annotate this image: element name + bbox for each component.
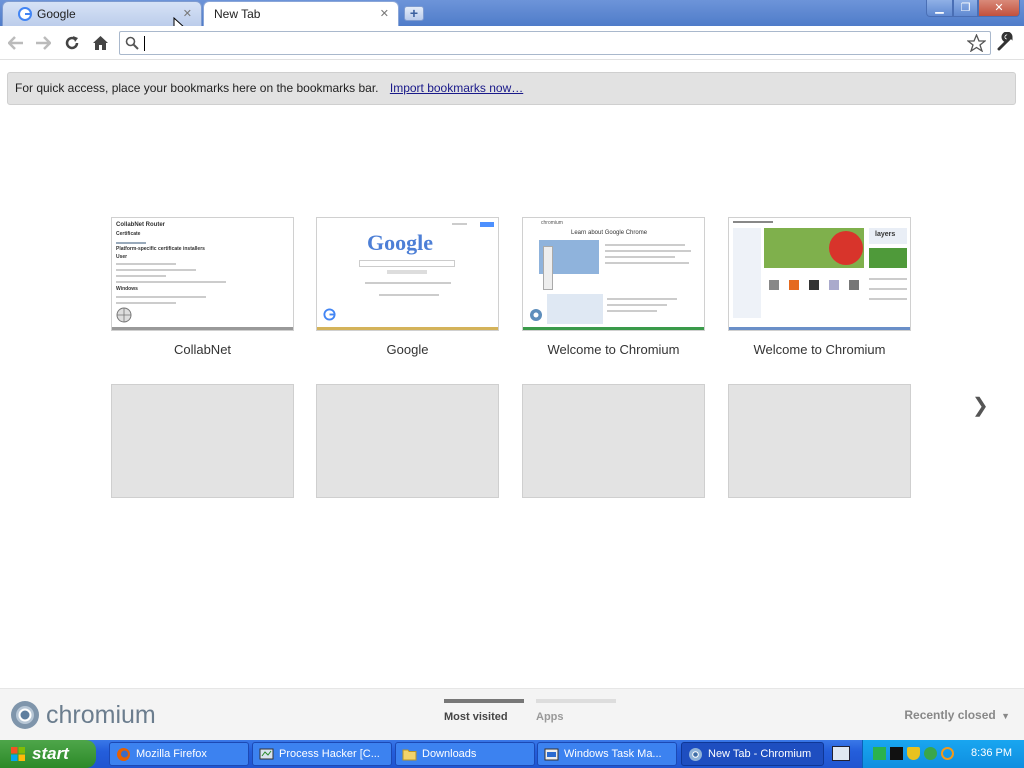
text-caret — [144, 36, 145, 51]
thumbnail-title[interactable]: CollabNet — [111, 342, 294, 357]
firefox-icon — [117, 748, 130, 761]
bookmark-star-icon[interactable] — [967, 34, 986, 52]
chromium-logo-icon — [689, 748, 702, 761]
empty-thumbnail-slot — [316, 384, 499, 498]
next-page-chevron-icon[interactable]: ❯ — [972, 393, 989, 418]
tab-title: New Tab — [214, 7, 261, 21]
start-label: start — [32, 744, 69, 763]
tab-label: Most visited — [444, 711, 508, 723]
network-icon[interactable] — [873, 747, 886, 760]
back-button[interactable] — [5, 32, 27, 54]
recently-closed-menu[interactable]: Recently closed ▼ — [904, 708, 1010, 722]
security-shield-icon[interactable] — [907, 747, 920, 760]
taskbar-item-process-hacker[interactable]: Process Hacker [C... — [252, 742, 392, 766]
taskbar-item-downloads[interactable]: Downloads — [395, 742, 535, 766]
wrench-icon — [997, 31, 1013, 51]
thumb-text: chromium — [541, 220, 563, 226]
most-visited-thumbnail-collabnet[interactable]: CollabNet Router Certificate Platform-sp… — [111, 217, 294, 331]
search-icon — [125, 36, 139, 50]
taskbar-item-label: Mozilla Firefox — [136, 748, 207, 760]
chromium-logo-icon — [530, 309, 542, 321]
thumb-text: User — [116, 254, 128, 260]
empty-thumbnail-slot — [728, 384, 911, 498]
thumbnail-title[interactable]: Welcome to Chromium — [522, 342, 705, 357]
thumbnail-title[interactable]: Google — [316, 342, 499, 357]
recently-closed-label: Recently closed — [904, 708, 996, 722]
windows-logo-icon — [11, 747, 25, 761]
tab-apps[interactable]: Apps — [536, 699, 616, 723]
thumb-text: Learn about Google Chrome — [571, 230, 648, 236]
search-tray-icon[interactable] — [941, 747, 954, 760]
taskbar-item-label: Downloads — [422, 748, 477, 760]
most-visited-thumbnail-welcome-chromium[interactable]: chromium Learn about Google Chrome — [522, 217, 705, 331]
process-monitor-icon[interactable] — [890, 747, 903, 760]
process-hacker-icon — [259, 748, 274, 760]
google-favicon-icon — [18, 7, 32, 21]
taskbar-item-task-manager[interactable]: Windows Task Ma... — [537, 742, 677, 766]
tab-close-icon[interactable]: ✕ — [380, 2, 389, 26]
bookmarks-bar-prompt: For quick access, place your bookmarks h… — [7, 72, 1016, 105]
new-tab-footer: chromium Most visited Apps Recently clos… — [0, 688, 1024, 740]
taskbar-item-label: Windows Task Ma... — [564, 748, 662, 760]
empty-thumbnail-slot — [111, 384, 294, 498]
clock: 8:36 PM — [971, 747, 1012, 759]
back-arrow-icon — [8, 36, 23, 50]
taskbar: start Mozilla Firefox Process Hacker [C.… — [0, 740, 1024, 768]
tab-most-visited[interactable]: Most visited — [444, 699, 524, 723]
tab-new-tab[interactable]: New Tab ✕ — [203, 1, 399, 26]
browser-window: Google ✕ New Tab ✕ + ▁ ❐ ✕ For quick acc… — [0, 0, 1024, 768]
taskbar-item-firefox[interactable]: Mozilla Firefox — [109, 742, 249, 766]
reload-button[interactable] — [61, 32, 83, 54]
bookmarks-prompt-text: For quick access, place your bookmarks h… — [15, 81, 379, 95]
wrench-menu-button[interactable] — [996, 31, 1016, 57]
import-bookmarks-link[interactable]: Import bookmarks now… — [390, 81, 523, 95]
thumb-text: Certificate — [116, 231, 141, 237]
brand-wordmark: chromium — [46, 700, 156, 729]
folder-icon — [402, 749, 417, 761]
chromium-logo-icon — [11, 701, 39, 729]
minimize-button[interactable]: ▁ — [926, 0, 953, 17]
most-visited-thumbnail-chrome-web-store[interactable]: layers — [728, 217, 911, 331]
home-button[interactable] — [89, 32, 111, 54]
tab-title: Google — [37, 7, 76, 21]
taskbar-item-chromium[interactable]: New Tab - Chromium — [681, 742, 824, 766]
google-favicon-icon — [323, 308, 336, 321]
home-icon — [92, 36, 108, 50]
close-window-button[interactable]: ✕ — [978, 0, 1020, 17]
reload-icon — [65, 36, 79, 50]
thumb-text: layers — [875, 231, 896, 238]
thumb-text: CollabNet Router — [116, 222, 166, 228]
tab-label: Apps — [536, 711, 564, 723]
new-tab-button[interactable]: + — [404, 6, 424, 21]
chromium-brand: chromium — [10, 699, 156, 731]
empty-thumbnail-slot — [522, 384, 705, 498]
start-button[interactable]: start — [0, 740, 96, 768]
tab-google[interactable]: Google ✕ — [2, 1, 202, 26]
taskbar-item-label: New Tab - Chromium — [708, 748, 812, 760]
thumbnail-title[interactable]: Welcome to Chromium — [728, 342, 911, 357]
forward-button[interactable] — [32, 32, 54, 54]
restore-button[interactable]: ❐ — [953, 0, 978, 17]
chevron-down-icon: ▼ — [1001, 711, 1010, 721]
most-visited-thumbnail-google[interactable]: Google — [316, 217, 499, 331]
globe-icon — [116, 307, 132, 323]
tab-strip: Google ✕ New Tab ✕ + ▁ ❐ ✕ — [0, 0, 1024, 26]
taskbar-item-label: Process Hacker [C... — [279, 748, 380, 760]
thumb-text: Windows — [116, 286, 138, 292]
forward-arrow-icon — [36, 36, 51, 50]
task-manager-icon — [544, 748, 559, 761]
thumb-text: Platform-specific certificate installers — [116, 246, 205, 252]
keyboard-layout-icon[interactable] — [832, 746, 850, 761]
system-tray: 8:36 PM — [862, 740, 1024, 768]
update-icon[interactable] — [924, 747, 937, 760]
google-doodle-logo: Google — [367, 230, 433, 255]
omnibox[interactable] — [119, 31, 991, 55]
